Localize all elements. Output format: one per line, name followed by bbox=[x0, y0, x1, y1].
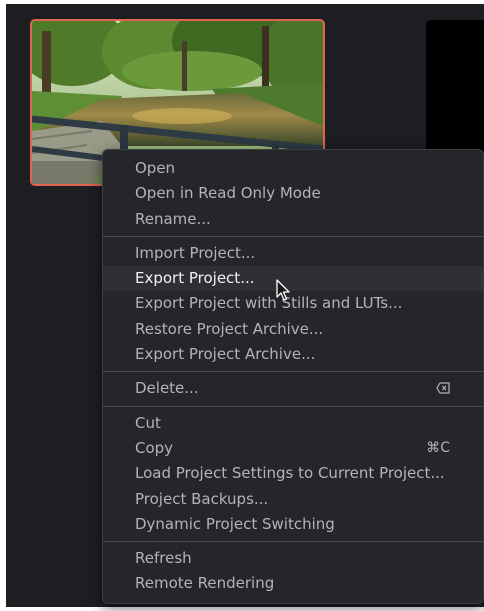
menu-separator bbox=[103, 371, 483, 373]
menu-separator bbox=[103, 405, 483, 407]
menu-item-label: Export Project... bbox=[135, 269, 255, 288]
menu-item-open-read-only[interactable]: Open in Read Only Mode bbox=[103, 181, 483, 206]
menu-item-delete[interactable]: Delete... bbox=[103, 376, 483, 401]
project-context-menu: Open Open in Read Only Mode Rename... Im… bbox=[102, 149, 484, 604]
menu-item-import-project[interactable]: Import Project... bbox=[103, 241, 483, 266]
menu-item-label: Import Project... bbox=[135, 243, 256, 262]
menu-item-open[interactable]: Open bbox=[103, 156, 483, 181]
menu-item-project-backups[interactable]: Project Backups... bbox=[103, 487, 483, 512]
menu-item-label: Export Project with Stills and LUTs... bbox=[135, 294, 403, 313]
menu-item-dynamic-project-switching[interactable]: Dynamic Project Switching bbox=[103, 512, 483, 537]
menu-item-label: Rename... bbox=[135, 209, 211, 228]
menu-item-rename[interactable]: Rename... bbox=[103, 207, 483, 232]
menu-separator bbox=[103, 235, 483, 237]
menu-item-label: Restore Project Archive... bbox=[135, 319, 324, 338]
menu-item-label: Refresh bbox=[135, 549, 192, 568]
menu-item-refresh[interactable]: Refresh bbox=[103, 546, 483, 571]
menu-item-label: Dynamic Project Switching bbox=[135, 514, 335, 533]
menu-item-export-project-stills-luts[interactable]: Export Project with Stills and LUTs... bbox=[103, 291, 483, 316]
menu-item-restore-project-archive[interactable]: Restore Project Archive... bbox=[103, 317, 483, 342]
delete-key-icon bbox=[436, 376, 450, 401]
menu-item-label: Cut bbox=[135, 413, 161, 432]
copy-shortcut: ⌘C bbox=[426, 439, 450, 456]
menu-separator bbox=[103, 541, 483, 543]
menu-item-export-project-archive[interactable]: Export Project Archive... bbox=[103, 342, 483, 367]
menu-item-export-project[interactable]: Export Project... bbox=[103, 266, 483, 292]
menu-item-label: Export Project Archive... bbox=[135, 345, 316, 364]
menu-item-label: Open bbox=[135, 159, 176, 177]
menu-item-copy[interactable]: Copy ⌘C bbox=[103, 436, 483, 461]
menu-item-label: Remote Rendering bbox=[135, 574, 275, 593]
menu-item-label: Open in Read Only Mode bbox=[135, 184, 321, 203]
preview-panel bbox=[426, 20, 484, 160]
menu-item-cut[interactable]: Cut bbox=[103, 411, 483, 436]
menu-item-label: Delete... bbox=[135, 379, 199, 398]
menu-item-remote-rendering[interactable]: Remote Rendering bbox=[103, 571, 483, 596]
menu-item-label: Project Backups... bbox=[135, 489, 269, 508]
menu-item-label: Load Project Settings to Current Project… bbox=[135, 464, 445, 483]
menu-item-load-project-settings[interactable]: Load Project Settings to Current Project… bbox=[103, 461, 483, 486]
menu-item-label: Copy bbox=[135, 438, 174, 457]
